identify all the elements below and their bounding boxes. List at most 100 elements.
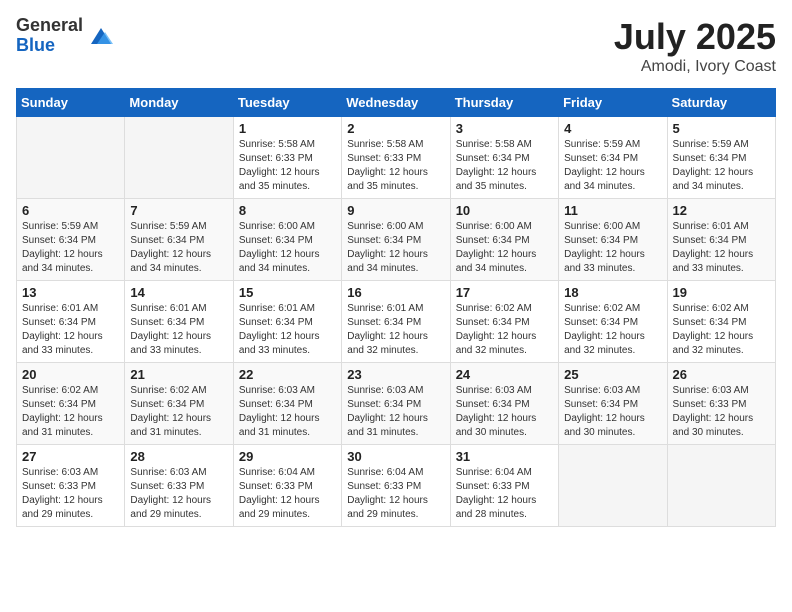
day-info: Sunrise: 6:03 AM Sunset: 6:34 PM Dayligh… — [347, 384, 444, 440]
calendar-cell: 15 Sunrise: 6:01 AM Sunset: 6:34 PM Dayli… — [233, 281, 341, 363]
calendar-cell: 24 Sunrise: 6:03 AM Sunset: 6:34 PM Dayli… — [450, 363, 558, 445]
day-info: Sunrise: 5:58 AM Sunset: 6:33 PM Dayligh… — [347, 138, 444, 194]
day-number: 30 — [347, 449, 444, 464]
day-info: Sunrise: 6:00 AM Sunset: 6:34 PM Dayligh… — [347, 220, 444, 276]
weekday-header-friday: Friday — [559, 89, 667, 117]
day-info: Sunrise: 6:01 AM Sunset: 6:34 PM Dayligh… — [130, 302, 227, 358]
calendar-cell: 1 Sunrise: 5:58 AM Sunset: 6:33 PM Daylig… — [233, 117, 341, 199]
calendar-cell — [559, 445, 667, 527]
week-row-3: 13 Sunrise: 6:01 AM Sunset: 6:34 PM Dayli… — [17, 281, 776, 363]
day-info: Sunrise: 6:03 AM Sunset: 6:33 PM Dayligh… — [22, 466, 119, 522]
day-number: 3 — [456, 121, 553, 136]
calendar-cell: 11 Sunrise: 6:00 AM Sunset: 6:34 PM Dayli… — [559, 199, 667, 281]
day-info: Sunrise: 6:03 AM Sunset: 6:33 PM Dayligh… — [673, 384, 770, 440]
logo-icon — [87, 22, 115, 50]
week-row-1: 1 Sunrise: 5:58 AM Sunset: 6:33 PM Daylig… — [17, 117, 776, 199]
day-info: Sunrise: 6:01 AM Sunset: 6:34 PM Dayligh… — [239, 302, 336, 358]
day-number: 15 — [239, 285, 336, 300]
weekday-header-saturday: Saturday — [667, 89, 775, 117]
day-number: 7 — [130, 203, 227, 218]
day-number: 17 — [456, 285, 553, 300]
day-number: 16 — [347, 285, 444, 300]
day-number: 23 — [347, 367, 444, 382]
day-info: Sunrise: 6:02 AM Sunset: 6:34 PM Dayligh… — [564, 302, 661, 358]
day-info: Sunrise: 6:03 AM Sunset: 6:33 PM Dayligh… — [130, 466, 227, 522]
day-number: 14 — [130, 285, 227, 300]
weekday-header-tuesday: Tuesday — [233, 89, 341, 117]
logo-blue: Blue — [16, 36, 83, 56]
day-number: 1 — [239, 121, 336, 136]
day-number: 13 — [22, 285, 119, 300]
day-number: 21 — [130, 367, 227, 382]
calendar-cell: 8Sunrise: 6:00 AM Sunset: 6:34 PM Daylig… — [233, 199, 341, 281]
day-number: 2 — [347, 121, 444, 136]
day-info: Sunrise: 6:00 AM Sunset: 6:34 PM Dayligh… — [456, 220, 553, 276]
weekday-header-wednesday: Wednesday — [342, 89, 450, 117]
calendar-cell: 22 Sunrise: 6:03 AM Sunset: 6:34 PM Dayli… — [233, 363, 341, 445]
day-number: 22 — [239, 367, 336, 382]
day-number: 27 — [22, 449, 119, 464]
day-info: Sunrise: 6:02 AM Sunset: 6:34 PM Dayligh… — [130, 384, 227, 440]
calendar-cell: 9 Sunrise: 6:00 AM Sunset: 6:34 PM Daylig… — [342, 199, 450, 281]
day-info: Sunrise: 6:02 AM Sunset: 6:34 PM Dayligh… — [456, 302, 553, 358]
calendar-cell: 6Sunrise: 5:59 AM Sunset: 6:34 PM Daylig… — [17, 199, 125, 281]
day-info: Sunrise: 5:58 AM Sunset: 6:34 PM Dayligh… — [456, 138, 553, 194]
day-info: Sunrise: 6:00 AM Sunset: 6:34 PM Dayligh… — [564, 220, 661, 276]
day-number: 12 — [673, 203, 770, 218]
day-number: 20 — [22, 367, 119, 382]
calendar-cell: 30 Sunrise: 6:04 AM Sunset: 6:33 PM Dayli… — [342, 445, 450, 527]
day-number: 18 — [564, 285, 661, 300]
calendar-cell: 13 Sunrise: 6:01 AM Sunset: 6:34 PM Dayli… — [17, 281, 125, 363]
day-info: Sunrise: 6:01 AM Sunset: 6:34 PM Dayligh… — [22, 302, 119, 358]
week-row-4: 20 Sunrise: 6:02 AM Sunset: 6:34 PM Dayli… — [17, 363, 776, 445]
day-info: Sunrise: 5:59 AM Sunset: 6:34 PM Dayligh… — [130, 220, 227, 276]
day-number: 4 — [564, 121, 661, 136]
calendar-cell: 14 Sunrise: 6:01 AM Sunset: 6:34 PM Dayli… — [125, 281, 233, 363]
day-info: Sunrise: 6:03 AM Sunset: 6:34 PM Dayligh… — [239, 384, 336, 440]
calendar-cell: 3 Sunrise: 5:58 AM Sunset: 6:34 PM Daylig… — [450, 117, 558, 199]
location: Amodi, Ivory Coast — [614, 58, 776, 76]
week-row-2: 6Sunrise: 5:59 AM Sunset: 6:34 PM Daylig… — [17, 199, 776, 281]
day-info: Sunrise: 6:04 AM Sunset: 6:33 PM Dayligh… — [239, 466, 336, 522]
weekday-header-sunday: Sunday — [17, 89, 125, 117]
calendar-cell: 25 Sunrise: 6:03 AM Sunset: 6:34 PM Dayli… — [559, 363, 667, 445]
day-info: Sunrise: 5:59 AM Sunset: 6:34 PM Dayligh… — [564, 138, 661, 194]
calendar-cell: 16 Sunrise: 6:01 AM Sunset: 6:34 PM Dayli… — [342, 281, 450, 363]
calendar-cell: 7 Sunrise: 5:59 AM Sunset: 6:34 PM Daylig… — [125, 199, 233, 281]
day-info: Sunrise: 6:02 AM Sunset: 6:34 PM Dayligh… — [673, 302, 770, 358]
day-info: Sunrise: 6:04 AM Sunset: 6:33 PM Dayligh… — [347, 466, 444, 522]
day-number: 11 — [564, 203, 661, 218]
day-info: Sunrise: 6:02 AM Sunset: 6:34 PM Dayligh… — [22, 384, 119, 440]
day-info: Sunrise: 6:03 AM Sunset: 6:34 PM Dayligh… — [456, 384, 553, 440]
day-number: 26 — [673, 367, 770, 382]
calendar-cell: 21 Sunrise: 6:02 AM Sunset: 6:34 PM Dayli… — [125, 363, 233, 445]
day-number: 5 — [673, 121, 770, 136]
day-number: 31 — [456, 449, 553, 464]
calendar-cell: 29Sunrise: 6:04 AM Sunset: 6:33 PM Dayli… — [233, 445, 341, 527]
logo: General Blue — [16, 16, 115, 56]
day-info: Sunrise: 6:01 AM Sunset: 6:34 PM Dayligh… — [673, 220, 770, 276]
calendar-cell: 20 Sunrise: 6:02 AM Sunset: 6:34 PM Dayli… — [17, 363, 125, 445]
day-number: 10 — [456, 203, 553, 218]
calendar-cell — [17, 117, 125, 199]
day-number: 24 — [456, 367, 553, 382]
weekday-header-row: SundayMondayTuesdayWednesdayThursdayFrid… — [17, 89, 776, 117]
day-number: 9 — [347, 203, 444, 218]
title-block: July 2025 Amodi, Ivory Coast — [614, 16, 776, 76]
day-info: Sunrise: 5:59 AM Sunset: 6:34 PM Dayligh… — [673, 138, 770, 194]
calendar-cell: 10 Sunrise: 6:00 AM Sunset: 6:34 PM Dayli… — [450, 199, 558, 281]
calendar-cell: 23 Sunrise: 6:03 AM Sunset: 6:34 PM Dayli… — [342, 363, 450, 445]
day-number: 8 — [239, 203, 336, 218]
day-info: Sunrise: 6:01 AM Sunset: 6:34 PM Dayligh… — [347, 302, 444, 358]
day-number: 28 — [130, 449, 227, 464]
logo-general: General — [16, 16, 83, 36]
calendar-cell: 12 Sunrise: 6:01 AM Sunset: 6:34 PM Dayli… — [667, 199, 775, 281]
page-header: General Blue July 2025 Amodi, Ivory Coas… — [16, 16, 776, 76]
day-number: 25 — [564, 367, 661, 382]
day-info: Sunrise: 5:58 AM Sunset: 6:33 PM Dayligh… — [239, 138, 336, 194]
day-info: Sunrise: 6:03 AM Sunset: 6:34 PM Dayligh… — [564, 384, 661, 440]
calendar-cell: 5 Sunrise: 5:59 AM Sunset: 6:34 PM Daylig… — [667, 117, 775, 199]
weekday-header-monday: Monday — [125, 89, 233, 117]
day-number: 19 — [673, 285, 770, 300]
calendar-cell: 18 Sunrise: 6:02 AM Sunset: 6:34 PM Dayli… — [559, 281, 667, 363]
